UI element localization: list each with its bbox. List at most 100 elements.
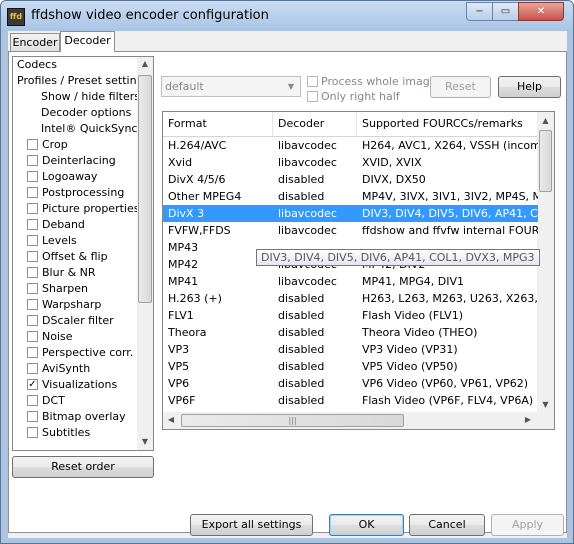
tree-item[interactable]: Crop [27, 137, 68, 153]
tree-item[interactable]: Deband [27, 217, 85, 233]
tree-item[interactable]: Profiles / Preset settings [17, 73, 149, 89]
cell-format: VP3 [168, 343, 190, 356]
cell-decoder: disabled [278, 173, 325, 186]
table-row[interactable]: VP6F disabled Flash Video (VP6F, FLV4, VP6… [163, 392, 538, 409]
tree-vertical-scrollbar[interactable]: ▲ ▼ [137, 57, 153, 450]
scroll-left-icon[interactable]: ◀ [165, 415, 177, 424]
tree-item[interactable]: Codecs [17, 57, 57, 73]
table-row[interactable]: H.264/AVC libavcodec H264, AVC1, X264, VSS… [163, 137, 538, 154]
scroll-up-icon[interactable]: ▲ [137, 59, 153, 68]
tree-item[interactable]: Subtitles [27, 425, 90, 441]
table-row[interactable]: FLV1 disabled Flash Video (FLV1) [163, 307, 538, 324]
table-row[interactable]: VP5 disabled VP5 Video (VP50) [163, 358, 538, 375]
scroll-right-icon[interactable]: ▶ [522, 415, 534, 424]
tree-item-checkbox[interactable] [27, 427, 38, 438]
table-row[interactable]: H.263 (+) disabled H263, L263, M263, U263,… [163, 290, 538, 307]
tree-item-checkbox[interactable] [27, 219, 38, 230]
decoder-tab-panel: Subtitles Bitmap overlay DCT ✓ Visualization… [8, 51, 567, 533]
table-row[interactable]: Xvid libavcodec XVID, XVIX [163, 154, 538, 171]
tab-decoder[interactable]: Decoder [60, 31, 115, 52]
table-row[interactable]: VP6 disabled VP6 Video (VP60, VP61, VP62) [163, 375, 538, 392]
table-row[interactable]: DivX 4/5/6 disabled DIVX, DX50 [163, 171, 538, 188]
table-row[interactable]: Theora disabled Theora Video (THEO) [163, 324, 538, 341]
tree-item[interactable]: Decoder options [41, 105, 131, 121]
tree-scroll-thumb[interactable] [138, 75, 152, 303]
table-row[interactable]: Other MPEG4 disabled MP4V, 3IVX, 3IV1, 3IV… [163, 188, 538, 205]
ok-button[interactable]: OK [329, 514, 404, 536]
tree-item-label: Perspective corr. [42, 346, 134, 359]
column-header-remarks[interactable]: Supported FOURCCs/remarks [357, 112, 538, 136]
cancel-button[interactable]: Cancel [409, 514, 485, 536]
close-button[interactable]: ✕ [518, 2, 564, 21]
tree-item-checkbox[interactable] [27, 299, 38, 310]
cell-remarks: ffdshow and ffvfw internal FOURCC [362, 224, 538, 237]
reset-order-button[interactable]: Reset order [12, 456, 154, 478]
cell-decoder: disabled [278, 377, 325, 390]
tree-item-checkbox[interactable] [27, 331, 38, 342]
tree-item-checkbox[interactable] [27, 155, 38, 166]
maximize-button[interactable]: ▭ [492, 2, 519, 21]
table-row[interactable]: DivX 3 libavcodec DIV3, DIV4, DIV5, DIV6, … [163, 205, 538, 222]
tree-item-checkbox[interactable] [27, 251, 38, 262]
tree-item[interactable]: Deinterlacing [27, 153, 116, 169]
codec-list-vertical-scrollbar[interactable]: ▲ ▼ [537, 112, 554, 412]
tree-item-checkbox[interactable] [27, 347, 38, 358]
preset-combo: default ▼ [161, 76, 301, 97]
tree-item[interactable]: Show / hide filters [41, 89, 140, 105]
tree-item-checkbox[interactable] [27, 315, 38, 326]
table-row[interactable]: FVFW,FFDS libavcodec ffdshow and ffvfw int… [163, 222, 538, 239]
tree-item[interactable]: DScaler filter [27, 313, 114, 329]
ffdshow-app-icon[interactable]: ffd [7, 8, 25, 26]
table-row[interactable]: VP3 disabled VP3 Video (VP31) [163, 341, 538, 358]
tree-item[interactable]: Blur & NR [27, 265, 96, 281]
tree-item[interactable]: Bitmap overlay [27, 409, 126, 425]
tree-item-checkbox[interactable] [27, 203, 38, 214]
column-header-decoder[interactable]: Decoder [273, 112, 357, 136]
codec-list-hscroll-thumb[interactable]: ||| [181, 414, 404, 427]
minimize-button[interactable]: − [466, 2, 493, 21]
cell-decoder: libavcodec [278, 224, 337, 237]
tree-item[interactable]: Levels [27, 233, 77, 249]
settings-tree[interactable]: Subtitles Bitmap overlay DCT ✓ Visualization… [12, 56, 154, 451]
tree-item[interactable]: AviSynth [27, 361, 90, 377]
tree-item-checkbox[interactable] [27, 187, 38, 198]
cell-format: VP6 [168, 377, 190, 390]
tree-item-checkbox[interactable] [27, 411, 38, 422]
cell-remarks: DIVX, DX50 [362, 173, 426, 186]
tree-item[interactable]: Offset & flip [27, 249, 108, 265]
tree-item[interactable]: Logoaway [27, 169, 97, 185]
scroll-up-icon[interactable]: ▲ [537, 116, 554, 125]
tree-item-checkbox[interactable] [27, 395, 38, 406]
tree-item[interactable]: Warpsharp [27, 297, 101, 313]
cell-decoder: libavcodec [278, 156, 337, 169]
tree-item[interactable]: ✓ Visualizations [27, 377, 117, 393]
tree-item-checkbox[interactable]: ✓ [27, 379, 38, 390]
tree-item[interactable]: DCT [27, 393, 65, 409]
scroll-down-icon[interactable]: ▼ [137, 437, 153, 446]
tree-item[interactable]: Perspective corr. [27, 345, 133, 361]
tree-item-label: Intel® QuickSync [41, 122, 138, 135]
table-row[interactable]: MP41 libavcodec MP41, MPG4, DIV1 [163, 273, 538, 290]
tree-item-checkbox[interactable] [27, 267, 38, 278]
tree-item-checkbox[interactable] [27, 283, 38, 294]
codec-list-scroll-thumb[interactable] [539, 130, 552, 192]
tree-item[interactable]: Picture properties [27, 201, 139, 217]
tree-item[interactable]: Sharpen [27, 281, 88, 297]
scroll-down-icon[interactable]: ▼ [537, 400, 554, 409]
tree-item[interactable]: Intel® QuickSync [41, 121, 137, 137]
export-all-settings-button[interactable]: Export all settings [190, 514, 313, 536]
tree-item-checkbox[interactable] [27, 235, 38, 246]
codec-list[interactable]: Format Decoder Supported FOURCCs/remarks… [162, 111, 555, 430]
tab-encoder[interactable]: Encoder [10, 33, 60, 52]
tree-item[interactable]: Postprocessing [27, 185, 124, 201]
column-header-format[interactable]: Format [163, 112, 273, 136]
tree-item-checkbox[interactable] [27, 171, 38, 182]
codec-list-horizontal-scrollbar[interactable]: ◀ ||| ▶ [163, 412, 554, 429]
tree-item-label: Postprocessing [42, 186, 125, 199]
tree-item-checkbox[interactable] [27, 363, 38, 374]
help-button[interactable]: Help [498, 76, 561, 98]
tree-item[interactable]: Noise [27, 329, 73, 345]
tree-item-checkbox[interactable] [27, 139, 38, 150]
title-bar[interactable]: ffd ffdshow video encoder configuration … [1, 1, 573, 31]
tree-item-label: Bitmap overlay [42, 410, 126, 423]
